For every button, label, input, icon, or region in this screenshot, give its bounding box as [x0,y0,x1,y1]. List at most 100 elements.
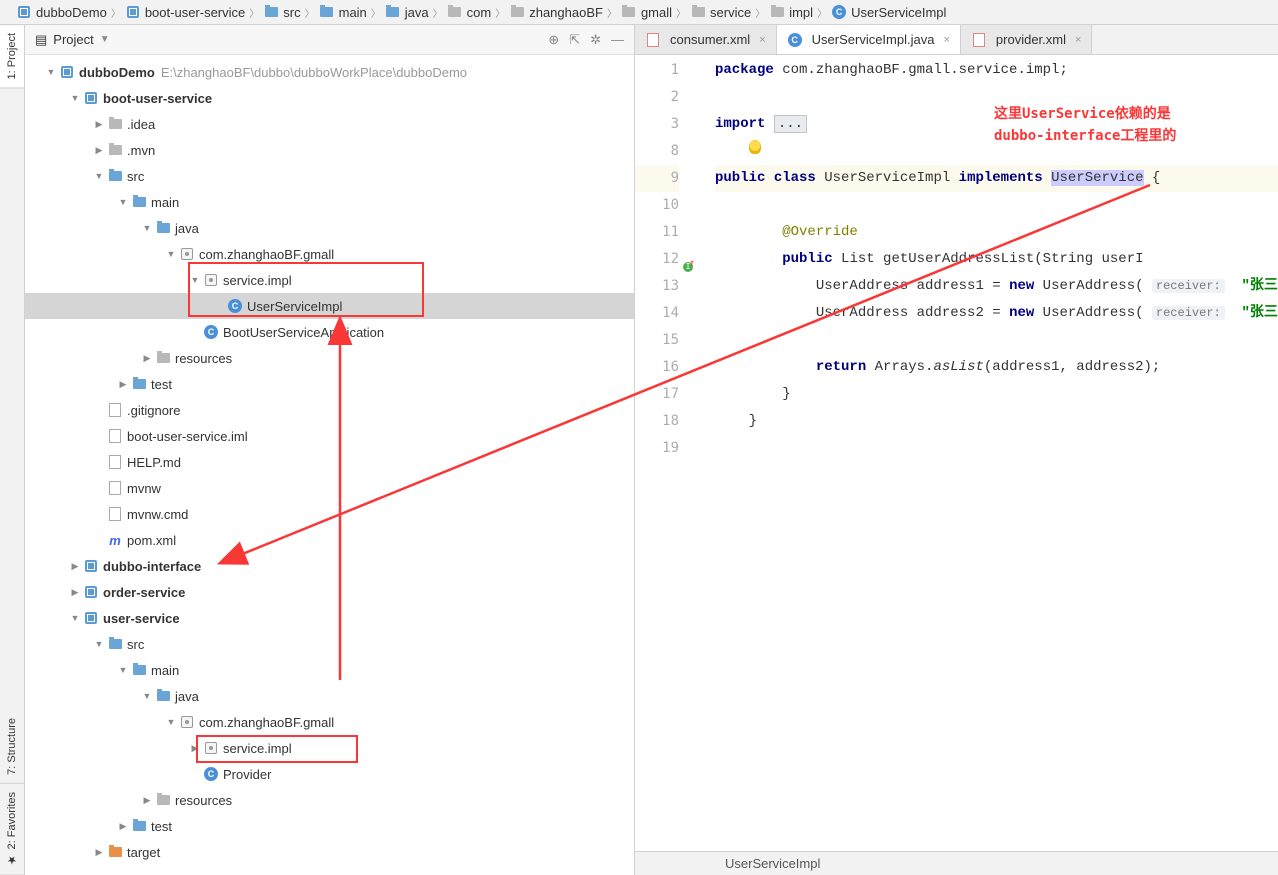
breadcrumb-item[interactable]: gmall [613,0,680,24]
tree-row[interactable]: ▶.mvn [25,137,634,163]
breadcrumb-item[interactable]: main [311,0,375,24]
tree-row[interactable]: ▼com.zhanghaoBF.gmall [25,241,634,267]
tree-row[interactable]: .gitignore [25,397,634,423]
project-dropdown-icon[interactable]: ▼ [100,34,110,45]
tree-row[interactable]: ▶target [25,839,634,865]
tree-arrow-icon[interactable]: ▶ [189,743,201,754]
tree-row[interactable]: ▶order-service [25,579,634,605]
breadcrumb-item[interactable]: boot-user-service [117,0,253,24]
tree-row[interactable]: ▶resources [25,787,634,813]
tree-arrow-icon[interactable]: ▶ [93,145,105,156]
tree-row[interactable]: ▼src [25,631,634,657]
breadcrumb-item[interactable]: com [439,0,500,24]
code-line[interactable]: package com.zhanghaoBF.gmall.service.imp… [715,57,1278,84]
tree-row[interactable]: CUserServiceImpl [25,293,634,319]
locate-icon[interactable]: ⊕ [548,32,559,48]
breadcrumb-item[interactable]: impl [761,0,821,24]
project-tree[interactable]: ▼dubboDemoE:\zhanghaoBF\dubbo\dubboWorkP… [25,55,634,875]
tree-arrow-icon[interactable]: ▶ [141,353,153,364]
tree-arrow-icon[interactable]: ▶ [141,795,153,806]
gutter-line[interactable]: 12I↑ [635,246,679,273]
code-line[interactable]: @Override [715,219,1278,246]
gutter-line[interactable]: 15 [635,327,679,354]
tree-arrow-icon[interactable]: ▼ [141,223,153,233]
tree-arrow-icon[interactable]: ▼ [141,691,153,701]
tree-row[interactable]: ▼service.impl [25,267,634,293]
settings-icon[interactable]: ✲ [590,32,601,48]
sidebar-tab-structure[interactable]: 7: Structure [0,710,24,784]
gutter-line[interactable]: 2 [635,84,679,111]
code-line[interactable]: } [715,381,1278,408]
tree-arrow-icon[interactable]: ▶ [117,379,129,390]
tree-row[interactable]: mvnw [25,475,634,501]
tree-row[interactable]: ▶test [25,371,634,397]
code-line[interactable]: UserAddress address1 = new UserAddress( … [715,273,1278,300]
tree-row[interactable]: ▶test [25,813,634,839]
tree-arrow-icon[interactable]: ▼ [93,171,105,181]
tree-arrow-icon[interactable]: ▼ [165,249,177,259]
tree-row[interactable]: ▼user-service [25,605,634,631]
sidebar-tab-favorites[interactable]: ★2: Favorites [0,784,24,875]
tree-arrow-icon[interactable]: ▶ [69,561,81,572]
code-line[interactable]: public class UserServiceImpl implements … [715,165,1278,192]
tree-row[interactable]: HELP.md [25,449,634,475]
tree-arrow-icon[interactable]: ▶ [69,587,81,598]
tree-row[interactable]: mpom.xml [25,527,634,553]
gutter-line[interactable]: 3 [635,111,679,138]
editor-tab[interactable]: CUserServiceImpl.java× [777,25,961,54]
tree-arrow-icon[interactable]: ▼ [117,665,129,675]
gutter-line[interactable]: 8 [635,138,679,165]
gutter-line[interactable]: 19 [635,435,679,462]
code-line[interactable]: } [715,408,1278,435]
override-gutter-icon[interactable]: I↑ [681,252,693,264]
code-line[interactable]: return Arrays.asList(address1, address2)… [715,354,1278,381]
sidebar-tab-project[interactable]: 1: Project [0,25,24,88]
gutter-line[interactable]: 9 [635,165,679,192]
code-line[interactable]: UserAddress address2 = new UserAddress( … [715,300,1278,327]
tree-arrow-icon[interactable]: ▼ [69,93,81,103]
breadcrumb-item[interactable]: java [377,0,437,24]
tree-row[interactable]: boot-user-service.iml [25,423,634,449]
collapse-icon[interactable]: ⇱ [569,32,580,48]
tree-row[interactable]: ▶.idea [25,111,634,137]
gutter-line[interactable]: 14 [635,300,679,327]
tree-arrow-icon[interactable]: ▼ [69,613,81,623]
gutter-line[interactable]: 11 [635,219,679,246]
code-line[interactable] [715,435,1278,462]
gutter-line[interactable]: 13 [635,273,679,300]
tree-row[interactable]: CProvider [25,761,634,787]
tree-row[interactable]: ▼main [25,189,634,215]
breadcrumb-item[interactable]: zhanghaoBF [501,0,611,24]
tree-row[interactable]: ▼dubboDemoE:\zhanghaoBF\dubbo\dubboWorkP… [25,59,634,85]
tree-row[interactable]: mvnw.cmd [25,501,634,527]
gutter-line[interactable]: 16 [635,354,679,381]
tree-row[interactable]: ▼com.zhanghaoBF.gmall [25,709,634,735]
tree-row[interactable]: ▶dubbo-interface [25,553,634,579]
editor-tab[interactable]: provider.xml× [961,25,1093,54]
hide-icon[interactable]: — [611,32,624,47]
close-icon[interactable]: × [1075,34,1081,46]
gutter-line[interactable]: 1 [635,57,679,84]
intention-bulb-icon[interactable] [749,140,761,154]
tree-arrow-icon[interactable]: ▶ [93,847,105,858]
tree-arrow-icon[interactable]: ▼ [117,197,129,207]
code-area[interactable]: package com.zhanghaoBF.gmall.service.imp… [695,55,1278,875]
tree-arrow-icon[interactable]: ▶ [117,821,129,832]
breadcrumb-item[interactable]: CUserServiceImpl [823,0,954,24]
tree-row[interactable]: CBootUserServiceApplication [25,319,634,345]
tree-row[interactable]: ▶service.impl [25,735,634,761]
tree-arrow-icon[interactable]: ▶ [93,119,105,130]
tree-arrow-icon[interactable]: ▼ [165,717,177,727]
gutter-line[interactable]: 10 [635,192,679,219]
tree-row[interactable]: ▼boot-user-service [25,85,634,111]
code-line[interactable]: public List getUserAddressList(String us… [715,246,1278,273]
tree-arrow-icon[interactable]: ▼ [93,639,105,649]
tree-row[interactable]: ▼src [25,163,634,189]
tree-row[interactable]: ▶resources [25,345,634,371]
breadcrumb-item[interactable]: src [255,0,308,24]
close-icon[interactable]: × [759,34,765,46]
editor-tab[interactable]: consumer.xml× [635,25,777,54]
close-icon[interactable]: × [943,34,949,46]
tree-arrow-icon[interactable]: ▼ [189,275,201,285]
code-line[interactable] [715,327,1278,354]
